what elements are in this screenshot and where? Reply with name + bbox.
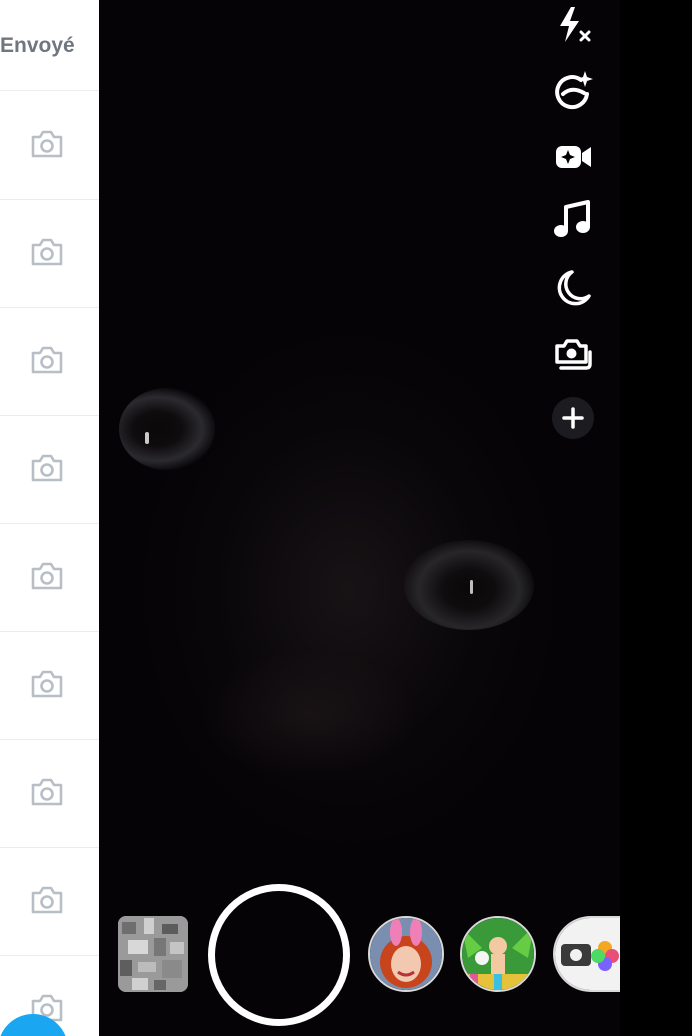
camera-viewfinder[interactable] bbox=[99, 0, 620, 1036]
camera-roll-lens[interactable] bbox=[553, 916, 620, 992]
camera-outline-icon[interactable] bbox=[29, 668, 65, 700]
chat-row[interactable] bbox=[0, 415, 99, 524]
more-plus-icon[interactable] bbox=[551, 396, 595, 440]
camera-outline-icon[interactable] bbox=[29, 236, 65, 268]
chat-row[interactable] bbox=[0, 91, 99, 200]
music-note-icon[interactable] bbox=[551, 198, 595, 242]
eye-right-glint bbox=[470, 580, 473, 594]
screen-edge bbox=[620, 0, 692, 1036]
eye-left-glint bbox=[145, 432, 149, 444]
flash-off-icon[interactable] bbox=[551, 4, 595, 48]
eye-left bbox=[119, 388, 215, 470]
night-mode-icon[interactable] bbox=[551, 266, 595, 310]
chat-row[interactable] bbox=[0, 631, 99, 740]
camera-outline-icon[interactable] bbox=[29, 776, 65, 808]
eye-right bbox=[404, 540, 534, 630]
chat-row[interactable] bbox=[0, 847, 99, 956]
camera-outline-icon[interactable] bbox=[29, 884, 65, 916]
capture-button[interactable] bbox=[208, 884, 350, 1026]
chat-list-panel: Envoyé bbox=[0, 0, 99, 1036]
chat-row-header[interactable]: Envoyé bbox=[0, 0, 99, 91]
camera-outline-icon[interactable] bbox=[29, 344, 65, 376]
camera-outline-icon[interactable] bbox=[29, 452, 65, 484]
tropical-lens[interactable] bbox=[460, 916, 536, 992]
memories-thumbnail[interactable] bbox=[118, 916, 188, 992]
chat-row[interactable] bbox=[0, 523, 99, 632]
video-effects-icon[interactable] bbox=[551, 134, 595, 178]
flip-camera-icon[interactable] bbox=[551, 332, 595, 376]
nose-shadow bbox=[199, 650, 419, 780]
chat-row[interactable] bbox=[0, 739, 99, 848]
bunny-lens[interactable] bbox=[368, 916, 444, 992]
chat-row[interactable] bbox=[0, 199, 99, 308]
face-beauty-icon[interactable] bbox=[551, 68, 595, 112]
chat-status-label: Envoyé bbox=[0, 34, 75, 57]
chat-row[interactable] bbox=[0, 307, 99, 416]
camera-outline-icon[interactable] bbox=[29, 128, 65, 160]
camera-outline-icon[interactable] bbox=[29, 560, 65, 592]
